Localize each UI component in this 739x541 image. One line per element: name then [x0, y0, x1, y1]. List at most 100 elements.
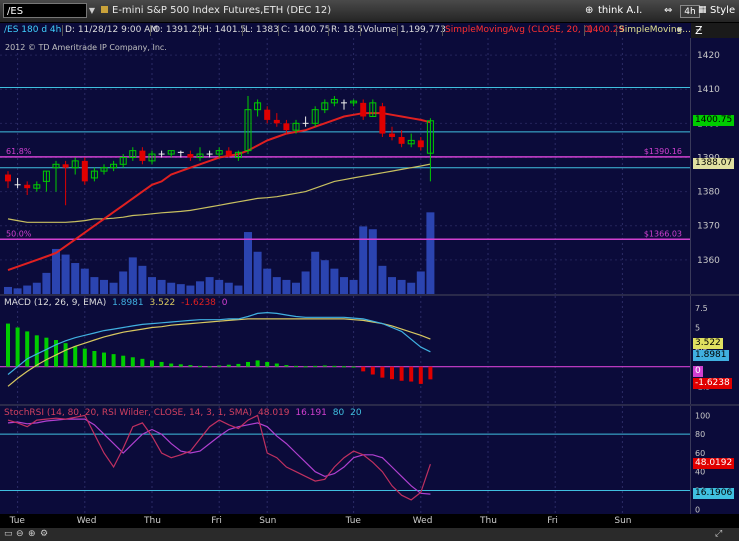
candle-body	[273, 119, 280, 124]
price-panel: 61.8% $1390.16 50.0% $1366.03 2012 © TD Ame…	[0, 38, 690, 294]
macd-histogram-bar	[6, 323, 10, 367]
volume-bar	[426, 212, 435, 294]
style-icon[interactable]: ▦	[698, 5, 707, 15]
volume-bar	[224, 282, 233, 294]
volume-bar	[253, 251, 262, 294]
macd-histogram-bar	[361, 366, 366, 372]
symbol-input[interactable]: /ES	[3, 3, 87, 18]
price-tick-label: 1380	[697, 188, 720, 198]
clock-icon[interactable]: ⊕	[585, 5, 593, 16]
time-axis-label: Sun	[614, 516, 632, 526]
macd-histogram-bar	[150, 360, 154, 367]
macd-histogram-bar	[399, 366, 404, 381]
stochrsi-d-value: 16.191	[295, 408, 327, 418]
timeframe-button[interactable]: 4h	[680, 5, 700, 18]
price-tag: 1388.07	[693, 158, 735, 170]
candle	[398, 130, 405, 148]
macd-histogram-bar	[217, 365, 222, 367]
macd-histogram-bar	[255, 360, 260, 367]
candle-body	[379, 106, 386, 134]
price-tick-label: 1410	[697, 85, 720, 95]
macd-histogram-bar	[322, 365, 327, 367]
volume-bar	[80, 268, 89, 294]
candle	[187, 150, 194, 161]
macd-histogram-bar	[265, 361, 270, 367]
time-axis[interactable]: Tue Wed Thu Fri Sun Tue Wed Thu Fri Sun	[0, 514, 739, 528]
zoom-out-icon[interactable]: ⊖	[16, 529, 24, 539]
macd-histogram-bar	[121, 355, 126, 367]
volume-bar	[109, 282, 118, 294]
volume-bar	[407, 282, 416, 294]
candle	[234, 150, 242, 161]
macd-value: 1.8981	[112, 298, 144, 308]
volume-bar	[349, 279, 358, 294]
bar-high: H: 1401.5	[202, 25, 247, 35]
link-icon[interactable]: ⇔	[664, 5, 672, 16]
price-chart: 61.8% $1390.16 50.0% $1366.03	[0, 38, 690, 294]
candle	[24, 181, 31, 196]
bottom-toolbar: ▭ ⊖ ⊕ ⚙ ⤢	[0, 528, 739, 541]
price-tick-label: 1420	[697, 51, 720, 61]
stochrsi-chart	[0, 406, 690, 514]
time-axis-label: Thu	[480, 516, 497, 526]
macd-histogram-bar	[82, 348, 87, 367]
candle	[81, 157, 88, 185]
macd-histogram-bar	[332, 365, 337, 367]
candle	[330, 96, 338, 107]
candle	[426, 118, 434, 182]
settings-icon[interactable]: ⚙	[40, 529, 48, 539]
zoom-icon[interactable]: Ƶ	[691, 23, 739, 38]
volume-bar	[71, 263, 80, 294]
macd-diff: -1.6238	[181, 298, 216, 308]
time-axis-label: Fri	[211, 516, 222, 526]
candle-body	[24, 184, 31, 189]
volume-bar	[205, 277, 214, 294]
candle-body	[360, 102, 367, 117]
zoom-in-icon[interactable]: ⊕	[28, 529, 36, 539]
volume-bar	[397, 279, 406, 294]
stochrsi-os: 20	[350, 408, 362, 418]
candle	[119, 154, 127, 168]
candle-body	[62, 164, 69, 168]
candle	[5, 171, 11, 189]
volume-bar	[186, 285, 195, 294]
volume-bar	[119, 271, 128, 294]
style-menu-button[interactable]: Style	[710, 5, 735, 16]
bar-low: L: 1383	[245, 25, 279, 35]
macd-histogram-bar	[303, 366, 308, 368]
macd-avg-tag: 3.522	[693, 338, 723, 349]
volume-bar	[416, 271, 425, 294]
bar-open: O: 1391.25	[153, 25, 204, 35]
macd-histogram-bar	[370, 366, 375, 375]
think-ai-button[interactable]: think A.I.	[598, 5, 642, 16]
macd-histogram-bar	[409, 366, 414, 382]
time-axis-label: Thu	[144, 516, 161, 526]
candle-body	[417, 140, 424, 148]
macd-histogram-bar	[274, 363, 279, 367]
volume-bar	[61, 254, 70, 294]
macd-histogram-bar	[92, 351, 97, 367]
macd-histogram-bar	[198, 365, 202, 367]
candle	[14, 177, 21, 189]
symbol-period: /ES 180 d 4h	[4, 25, 62, 35]
candle	[100, 164, 108, 175]
bar-date: D: 11/28/12 9:00 AM	[65, 25, 159, 35]
macd-histogram-bar	[34, 335, 39, 367]
macd-histogram-bar	[390, 366, 394, 380]
stochrsi-ob: 80	[332, 408, 345, 418]
macd-histogram-bar	[294, 365, 298, 367]
volume-bar	[32, 282, 41, 294]
candle	[139, 147, 146, 165]
drawing-tools-icon[interactable]: ▭	[4, 529, 13, 539]
candle	[244, 96, 252, 155]
expand-icon[interactable]: ⤢	[715, 529, 722, 539]
macd-tick-label: 5	[695, 324, 700, 333]
stochrsi-tick-label: 100	[695, 411, 710, 420]
chevron-right-icon[interactable]: ▸	[676, 23, 685, 38]
volume-bar	[263, 268, 272, 294]
volume-bar	[359, 226, 368, 294]
macd-histogram-bar	[140, 358, 145, 367]
candle	[52, 160, 60, 192]
volume-bar	[292, 282, 300, 294]
chevron-down-icon[interactable]: ▼	[87, 3, 97, 18]
